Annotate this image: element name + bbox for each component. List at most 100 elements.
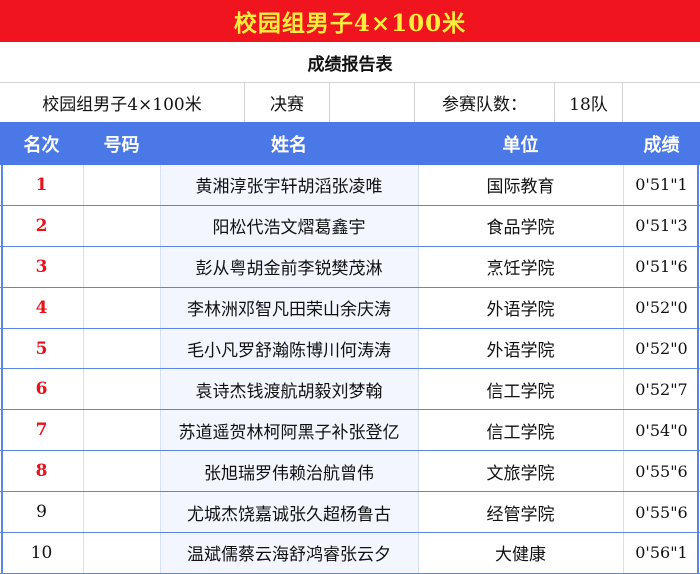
rank-cell: 4: [35, 297, 48, 318]
names-cell: 彭从粤胡金前李锐樊茂淋: [160, 246, 418, 287]
names-cell: 毛小凡罗舒瀚陈博川何涛涛: [160, 328, 418, 369]
score-cell: 0'51"6: [635, 257, 688, 277]
table-row: 9 尤城杰饶嘉诚张久超杨鲁古 经管学院 0'55"6: [0, 492, 700, 534]
unit-cell: 外语学院: [486, 300, 555, 321]
number-cell: [83, 247, 160, 287]
column-divider: [418, 328, 419, 369]
column-divider: [623, 287, 624, 328]
names-cell: 李林洲邓智凡田荣山余庆涛: [160, 287, 418, 328]
column-divider: [623, 369, 624, 410]
score-cell: 0'52"0: [635, 298, 688, 318]
rank-cell: 9: [36, 502, 47, 523]
column-divider: [160, 165, 161, 205]
column-divider: [83, 328, 84, 369]
score-cell: 0'52"7: [635, 379, 688, 399]
column-divider: [83, 205, 84, 246]
unit-cell: 食品学院: [486, 218, 555, 239]
score-cell: 0'55"6: [635, 461, 688, 481]
number-cell: [83, 369, 160, 409]
names-cell: 袁诗杰钱渡航胡毅刘梦翰: [160, 369, 418, 410]
column-divider: [623, 328, 624, 369]
header-number: 号码: [103, 134, 140, 156]
number-cell: [83, 410, 160, 450]
column-divider: [623, 492, 624, 533]
info-empty-cell: [330, 82, 415, 122]
column-divider: [160, 410, 161, 451]
names-cell: 黄湘淳张宇轩胡滔张凌唯: [160, 165, 418, 205]
column-divider: [83, 165, 84, 205]
rank-cell: 10: [30, 542, 53, 563]
column-divider: [83, 410, 84, 451]
unit-cell: 烹饪学院: [486, 259, 555, 280]
column-divider: [160, 492, 161, 533]
score-cell: 0'56"1: [635, 543, 688, 563]
unit-cell: 经管学院: [486, 504, 555, 525]
column-divider: [418, 369, 419, 410]
names-cell: 温斌儒蔡云海舒鸿睿张云夕: [160, 533, 418, 573]
column-divider: [418, 492, 419, 533]
score-cell: 0'54"0: [635, 420, 688, 440]
page-title: 校园组男子4×100米: [233, 10, 467, 37]
header-unit: 单位: [502, 134, 539, 156]
column-divider: [160, 451, 161, 492]
table-row: 1 黄湘淳张宇轩胡滔张凌唯 国际教育 0'51"1: [0, 165, 700, 206]
table-left-border: [1, 165, 3, 574]
column-divider: [160, 369, 161, 410]
score-cell: 0'52"0: [635, 339, 688, 358]
column-divider: [623, 205, 624, 246]
number-cell: [83, 288, 160, 328]
rank-cell: 8: [35, 461, 48, 482]
score-cell: 0'55"6: [635, 502, 688, 522]
column-divider: [623, 410, 624, 451]
names-cell: 尤城杰饶嘉诚张久超杨鲁古: [160, 492, 418, 533]
column-divider: [83, 246, 84, 287]
column-divider: [418, 410, 419, 451]
unit-cell: 文旅学院: [486, 463, 555, 484]
column-divider: [83, 287, 84, 328]
rank-cell: 7: [35, 420, 48, 441]
column-divider: [418, 246, 419, 287]
header-score: 成绩: [643, 134, 680, 156]
table-row: 8 张旭瑞罗伟赖治航曾伟 文旅学院 0'55"6: [0, 451, 700, 493]
number-cell: [83, 451, 160, 491]
team-count-label: 参赛队数：: [415, 82, 555, 122]
table-row: 2 阳松代浩文熠葛鑫宇 食品学院 0'51"3: [0, 205, 700, 247]
number-cell: [83, 165, 160, 205]
table-row: 4 李林洲邓智凡田荣山余庆涛 外语学院 0'52"0: [0, 287, 700, 329]
column-divider: [83, 451, 84, 492]
table-row: 3 彭从粤胡金前李锐樊茂淋 烹饪学院 0'51"6: [0, 246, 700, 288]
unit-cell: 国际教育: [486, 177, 555, 198]
event-name: 校园组男子4×100米: [0, 82, 245, 122]
column-divider: [160, 328, 161, 369]
table-row: 10 温斌儒蔡云海舒鸿睿张云夕 大健康 0'56"1: [0, 533, 700, 574]
table-row: 6 袁诗杰钱渡航胡毅刘梦翰 信工学院 0'52"7: [0, 369, 700, 411]
column-divider: [418, 533, 419, 573]
column-divider: [160, 246, 161, 287]
score-cell: 0'51"1: [635, 175, 688, 195]
title-bar: 校园组男子4×100米: [0, 0, 700, 42]
names-cell: 张旭瑞罗伟赖治航曾伟: [160, 451, 418, 492]
column-divider: [83, 369, 84, 410]
names-cell: 阳松代浩文熠葛鑫宇: [160, 205, 418, 246]
rank-cell: 2: [35, 215, 48, 236]
table-header: 名次 号码 姓名 单位 成绩: [0, 122, 700, 165]
column-divider: [160, 287, 161, 328]
column-divider: [418, 165, 419, 205]
table-row: 5 毛小凡罗舒瀚陈博川何涛涛 外语学院 0'52"0: [0, 328, 700, 370]
info-row: 校园组男子4×100米 决赛 参赛队数： 18队: [0, 82, 700, 122]
column-divider: [623, 533, 624, 573]
names-cell: 苏道遥贺林柯阿黑子补张登亿: [160, 410, 418, 451]
column-divider: [418, 205, 419, 246]
number-cell: [83, 329, 160, 369]
header-rank: 名次: [23, 134, 60, 156]
number-cell: [83, 533, 160, 573]
rank-cell: 5: [35, 338, 48, 359]
column-divider: [418, 451, 419, 492]
rank-cell: 1: [35, 174, 48, 195]
column-divider: [418, 287, 419, 328]
column-divider: [160, 205, 161, 246]
column-divider: [623, 165, 624, 205]
table-row: 7 苏道遥贺林柯阿黑子补张登亿 信工学院 0'54"0: [0, 410, 700, 452]
round-label: 决赛: [245, 82, 330, 122]
report-subtitle: 成绩报告表: [0, 42, 700, 83]
